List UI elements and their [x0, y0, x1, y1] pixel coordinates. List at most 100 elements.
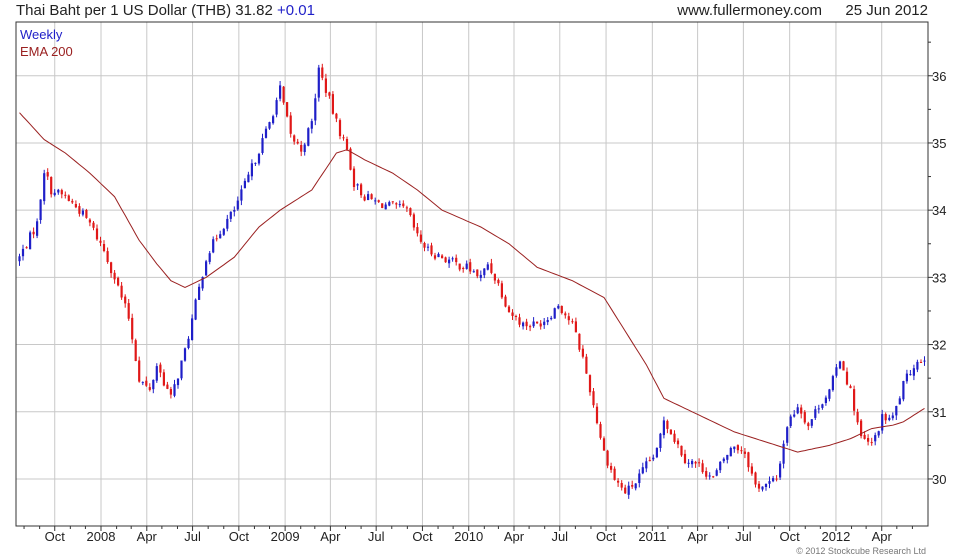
- candle-down: [469, 262, 472, 272]
- candle-up: [236, 200, 239, 210]
- candle-up: [183, 348, 187, 361]
- candle-down: [423, 243, 426, 248]
- x-tick-label: 2010: [454, 529, 483, 544]
- candle-up: [152, 379, 155, 390]
- candle-down: [124, 296, 127, 304]
- candle-down: [863, 434, 866, 439]
- candle-up: [194, 299, 197, 320]
- candle-up: [881, 414, 884, 431]
- candle-down: [441, 255, 444, 259]
- y-tick-label: 36: [932, 69, 946, 84]
- y-axis: 30 31 32 33 34 35 36: [928, 41, 946, 487]
- candle-down: [564, 313, 567, 316]
- candle-down: [500, 283, 503, 298]
- candle-up: [898, 398, 901, 405]
- candle-down: [395, 203, 398, 205]
- candle-down: [514, 316, 518, 317]
- candle-down: [712, 476, 715, 478]
- candle-down: [567, 316, 570, 321]
- candle-down: [286, 102, 289, 117]
- candle-up: [652, 457, 655, 460]
- candle-up: [909, 374, 912, 376]
- candle-down: [507, 306, 511, 312]
- candle-up: [796, 407, 799, 414]
- candle-up: [205, 261, 208, 276]
- x-axis: Oct 2008 Apr Jul Oct 2009 Apr Jul Oct 2010 Apr Jul O…: [23, 526, 913, 544]
- candle-down: [588, 375, 592, 393]
- y-tick-label: 33: [932, 270, 946, 285]
- candle-up: [374, 200, 377, 202]
- x-tick-label: 2009: [271, 529, 300, 544]
- candle-down: [419, 234, 422, 242]
- candle-down: [648, 460, 651, 462]
- candle-up: [722, 458, 725, 462]
- candle-down: [683, 453, 687, 463]
- x-tick-label: Apr: [687, 529, 708, 544]
- candle-down: [391, 201, 394, 203]
- candle-down: [328, 92, 331, 96]
- candle-up: [662, 420, 665, 436]
- candle-up: [243, 180, 246, 189]
- candle-down: [610, 466, 613, 470]
- y-tick-label: 32: [932, 338, 946, 353]
- x-tick-label: Oct: [412, 529, 433, 544]
- candle-up: [786, 427, 789, 443]
- candle-up: [768, 481, 771, 484]
- candle-up: [810, 419, 813, 426]
- candle-up: [877, 431, 880, 436]
- candle-up: [310, 121, 313, 129]
- candle-up: [303, 144, 306, 152]
- candle-down: [666, 420, 669, 429]
- candle-down: [698, 462, 701, 464]
- candle-up: [141, 382, 144, 384]
- candle-down: [335, 113, 338, 119]
- candle-up: [895, 406, 898, 416]
- candle-up: [187, 338, 190, 348]
- candle-up: [891, 415, 894, 419]
- candle-down: [300, 145, 303, 152]
- candle-down: [867, 438, 870, 442]
- candle-down: [705, 471, 708, 477]
- candle-up: [814, 409, 817, 418]
- candle-down: [504, 296, 507, 307]
- x-tick-label: Apr: [137, 529, 158, 544]
- candle-down: [293, 135, 296, 142]
- candle-down: [518, 317, 521, 325]
- x-tick-label: 2012: [821, 529, 850, 544]
- candle-up: [176, 378, 180, 386]
- candle-up: [691, 460, 694, 465]
- candle-down: [571, 321, 574, 323]
- candle-down: [345, 139, 349, 150]
- candle-down: [342, 137, 345, 139]
- candle-up: [53, 192, 56, 196]
- candle-up: [522, 322, 525, 327]
- candle-down: [282, 86, 285, 103]
- candle-up: [761, 486, 764, 490]
- candle-down: [476, 269, 479, 277]
- candle-down: [617, 480, 620, 483]
- candle-up: [729, 448, 732, 457]
- candle-down: [624, 487, 627, 494]
- candle-up: [314, 98, 317, 121]
- candle-down: [106, 251, 109, 262]
- candle-down: [853, 389, 856, 411]
- candle-down: [138, 360, 141, 382]
- candle-down: [676, 440, 680, 445]
- candle-up: [817, 408, 820, 410]
- candle-up: [29, 232, 32, 250]
- candle-down: [370, 194, 373, 200]
- candle-up: [191, 318, 194, 340]
- candle-down: [377, 200, 380, 202]
- candle-up: [835, 367, 838, 376]
- candle-down: [701, 463, 704, 473]
- candle-down: [525, 321, 528, 327]
- candle-up: [155, 366, 158, 381]
- candle-up: [659, 433, 662, 448]
- candle-down: [574, 321, 577, 333]
- candle-down: [620, 483, 623, 488]
- candle-up: [687, 462, 690, 464]
- candle-down: [46, 172, 49, 177]
- candle-up: [634, 483, 637, 489]
- candle-up: [356, 184, 359, 186]
- candle-up: [888, 417, 891, 420]
